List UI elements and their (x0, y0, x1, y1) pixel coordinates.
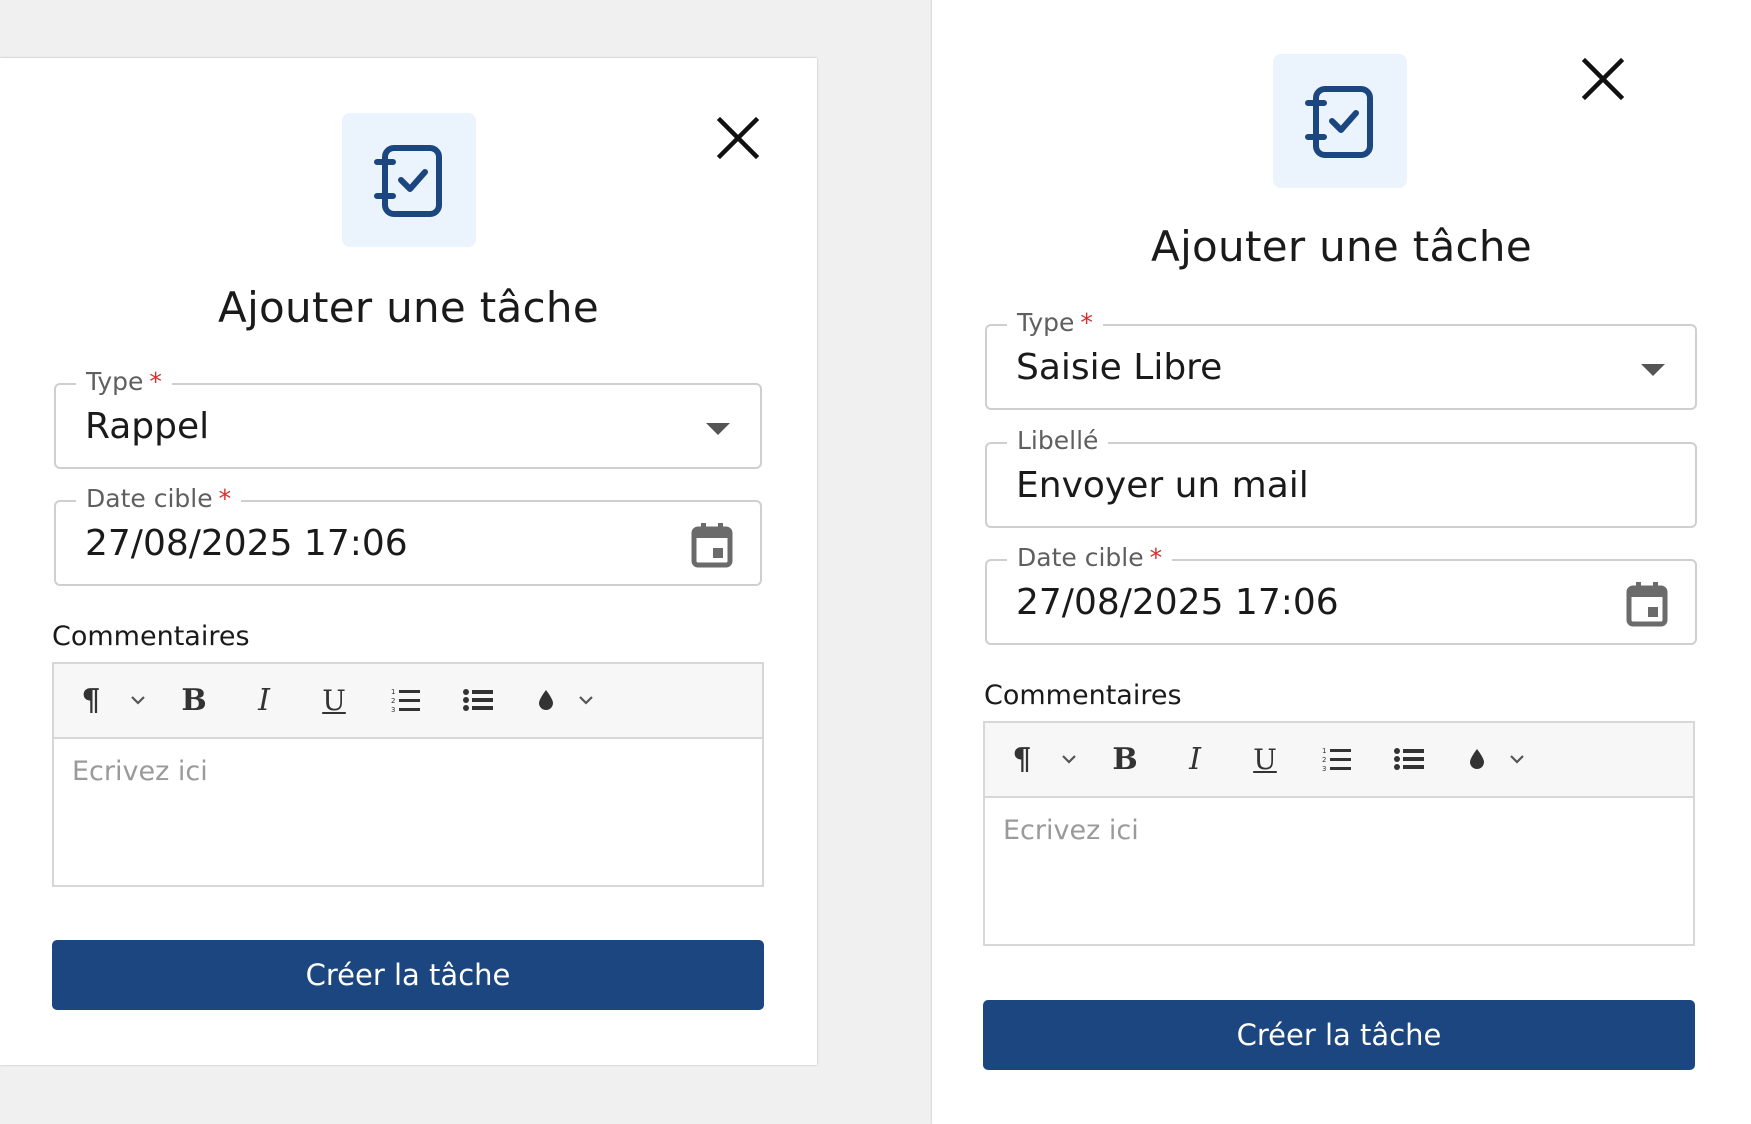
paragraph-format-button[interactable]: ¶ (76, 680, 106, 720)
date-cible-value: 27/08/2025 17:06 (85, 523, 408, 564)
dropdown-caret-icon (706, 423, 730, 435)
calendar-button[interactable] (1625, 580, 1669, 628)
paragraph-dropdown-chevron[interactable] (126, 680, 150, 720)
dropdown-caret-icon (1641, 364, 1665, 376)
ordered-list-icon: 1 2 3 (391, 688, 420, 713)
color-drop-icon (1470, 749, 1484, 769)
type-select[interactable]: Type * Saisie Libre (985, 306, 1697, 410)
chevron-down-icon (1510, 755, 1524, 764)
type-label: Type * (76, 365, 172, 399)
svg-text:1: 1 (391, 688, 395, 696)
bold-button[interactable]: B (176, 680, 212, 720)
date-cible-label: Date cible * (1007, 541, 1173, 575)
date-cible-input[interactable]: Date cible * 27/08/2025 17:06 (985, 541, 1697, 645)
libelle-label: Libellé (1007, 424, 1109, 458)
close-button[interactable] (716, 116, 760, 160)
close-icon (716, 116, 760, 160)
required-asterisk: * (218, 484, 232, 513)
type-select[interactable]: Type * Rappel (54, 365, 762, 469)
chevron-down-icon (579, 696, 593, 705)
close-button[interactable] (1581, 57, 1625, 101)
add-task-dialog-saisie-libre: Ajouter une tâche Type * Saisie Libre Lib… (932, 0, 1751, 1124)
ordered-list-icon: 1 2 3 (1322, 747, 1351, 772)
editor-toolbar: ¶ B I U 1 2 3 (985, 723, 1693, 798)
svg-text:2: 2 (391, 697, 395, 705)
close-icon (1581, 57, 1625, 101)
required-asterisk: * (1080, 308, 1093, 337)
paragraph-dropdown-chevron[interactable] (1057, 739, 1081, 779)
task-notebook-check-icon (1305, 86, 1373, 158)
color-drop-icon (539, 690, 553, 710)
libelle-input[interactable]: Libellé Envoyer un mail (985, 424, 1697, 528)
ordered-list-button[interactable]: 1 2 3 (1319, 739, 1355, 779)
type-value: Rappel (85, 406, 210, 447)
date-cible-value: 27/08/2025 17:06 (1016, 582, 1339, 623)
ordered-list-button[interactable]: 1 2 3 (388, 680, 424, 720)
calendar-icon (1626, 582, 1668, 627)
comments-textarea-placeholder[interactable]: Ecrivez ici (1003, 815, 1139, 846)
bold-button[interactable]: B (1107, 739, 1143, 779)
comments-editor: ¶ B I U 1 2 3 Ecrivez ici (52, 662, 764, 887)
chevron-down-icon (131, 696, 145, 705)
bullet-list-icon (1394, 748, 1424, 770)
editor-toolbar: ¶ B I U 1 2 3 (54, 664, 762, 739)
bullet-list-button[interactable] (460, 680, 496, 720)
task-notebook-check-icon (374, 145, 442, 217)
svg-text:3: 3 (391, 706, 395, 713)
italic-button[interactable]: I (1177, 739, 1213, 779)
date-cible-label: Date cible * (76, 482, 242, 516)
calendar-icon (691, 523, 733, 568)
type-label: Type * (1007, 306, 1103, 340)
underline-button[interactable]: U (1247, 739, 1283, 779)
dialog-title: Ajouter une tâche (1151, 222, 1532, 271)
text-color-button[interactable] (1465, 739, 1489, 779)
dialog-title: Ajouter une tâche (218, 283, 599, 332)
create-task-button[interactable]: Créer la tâche (52, 940, 764, 1010)
type-value: Saisie Libre (1016, 347, 1223, 388)
required-asterisk: * (149, 367, 162, 396)
create-task-button[interactable]: Créer la tâche (983, 1000, 1695, 1070)
comments-label: Commentaires (52, 621, 250, 652)
required-asterisk: * (1149, 543, 1163, 572)
paragraph-format-button[interactable]: ¶ (1007, 739, 1037, 779)
bullet-list-button[interactable] (1391, 739, 1427, 779)
libelle-value: Envoyer un mail (1016, 465, 1309, 506)
underline-button[interactable]: U (316, 680, 352, 720)
italic-button[interactable]: I (246, 680, 282, 720)
calendar-button[interactable] (690, 521, 734, 569)
comments-textarea-placeholder[interactable]: Ecrivez ici (72, 756, 208, 787)
comments-editor: ¶ B I U 1 2 3 Ecrivez ici (983, 721, 1695, 946)
date-cible-input[interactable]: Date cible * 27/08/2025 17:06 (54, 482, 762, 586)
task-icon-tile (342, 113, 476, 247)
bullet-list-icon (463, 689, 493, 711)
comments-label: Commentaires (984, 680, 1182, 711)
color-dropdown-chevron[interactable] (1505, 739, 1529, 779)
color-dropdown-chevron[interactable] (574, 680, 598, 720)
svg-text:1: 1 (1322, 747, 1326, 755)
task-icon-tile (1273, 54, 1407, 188)
svg-text:3: 3 (1322, 765, 1326, 772)
text-color-button[interactable] (534, 680, 558, 720)
chevron-down-icon (1062, 755, 1076, 764)
add-task-dialog-rappel: Ajouter une tâche Type * Rappel Date cibl… (0, 58, 817, 1065)
svg-text:2: 2 (1322, 756, 1326, 764)
